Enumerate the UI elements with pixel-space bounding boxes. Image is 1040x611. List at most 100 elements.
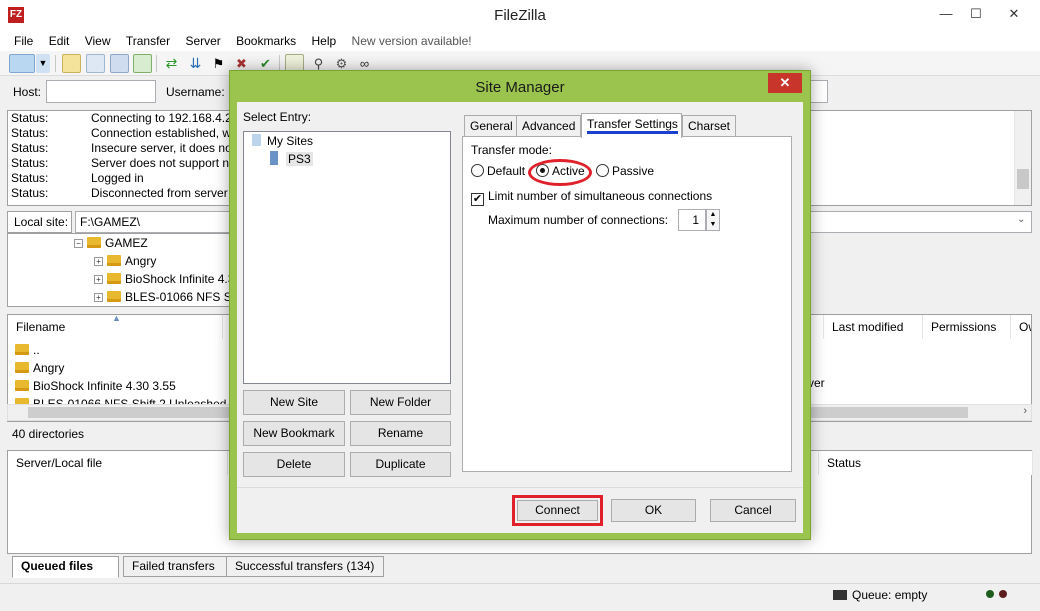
radio-default[interactable]: Default [471,164,525,178]
menu-new-version[interactable]: New version available! [346,31,478,48]
tab-advanced[interactable]: Advanced [516,115,582,137]
ok-button[interactable]: OK [611,499,696,522]
connect-button[interactable]: Connect [517,500,598,521]
column-owner[interactable]: Ow [1011,315,1031,339]
folder-icon [87,237,101,248]
message-log-icon[interactable] [62,54,81,73]
upload-led-icon [986,590,994,598]
tab-charset[interactable]: Charset [682,115,737,137]
expand-icon[interactable]: + [94,293,103,302]
site-manager-icon[interactable] [9,54,35,73]
new-site-button[interactable]: New Site [243,390,345,415]
process-queue-icon[interactable]: ⇊ [186,54,205,73]
rename-button[interactable]: Rename [350,421,451,446]
remote-tree-icon[interactable] [110,54,129,73]
tree-item[interactable]: + BLES-01066 NFS Sh [94,288,232,306]
folder-icon [15,344,29,355]
scroll-thumb[interactable] [1017,169,1029,189]
tab-failed-transfers[interactable]: Failed transfers [123,556,227,577]
chevron-right-icon[interactable]: › [1023,405,1027,417]
column-status[interactable]: Status [818,451,1033,475]
transfer-mode-label: Transfer mode: [471,143,552,157]
log-row: Status: Connecting to 192.168.4.24 [11,111,239,125]
maximize-button[interactable]: ☐ [962,4,990,24]
column-server-local-file[interactable]: Server/Local file [8,451,228,475]
tree-item-ps3[interactable]: PS3 [270,151,313,166]
username-label: Username: [166,85,225,99]
chevron-down-icon[interactable]: ▼ [707,220,719,230]
collapse-icon[interactable]: − [74,239,83,248]
transfer-queue-icon[interactable] [133,54,152,73]
tab-transfer-settings[interactable]: Transfer Settings [581,113,682,138]
tree-item[interactable]: + BioShock Infinite 4.3 [94,270,232,288]
cancel-button[interactable]: Cancel [710,499,796,522]
menu-edit[interactable]: Edit [43,31,76,48]
expand-icon[interactable]: + [94,275,103,284]
chevron-up-icon[interactable]: ▲ [707,210,719,220]
server-icon [833,590,847,600]
duplicate-button[interactable]: Duplicate [350,452,451,477]
status-bar: Queue: empty [0,583,1040,611]
minimize-button[interactable]: — [932,4,960,24]
menu-bookmarks[interactable]: Bookmarks [230,31,302,48]
max-connections-input[interactable]: 1 [678,209,706,231]
tree-item[interactable]: − GAMEZ [74,234,148,252]
new-bookmark-button[interactable]: New Bookmark [243,421,345,446]
folder-icon [15,362,29,373]
log-row: Status: Server does not support no [11,156,236,170]
chevron-down-icon[interactable]: ⌄ [1017,214,1025,225]
title-bar: FZ FileZilla — ☐ ✕ [0,0,1040,31]
folder-icon [15,380,29,391]
menu-view[interactable]: View [79,31,117,48]
server-icon [270,151,278,165]
site-manager-dialog: Site Manager ✕ Select Entry: My Sites PS… [229,70,811,540]
site-tree: My Sites PS3 [243,131,451,384]
menu-server[interactable]: Server [179,31,226,48]
directory-tree-icon[interactable] [86,54,105,73]
menu-transfer[interactable]: Transfer [120,31,176,48]
tab-successful-transfers[interactable]: Successful transfers (134) [226,556,384,577]
limit-connections-checkbox[interactable]: ✔ Limit number of simultaneous connection… [471,189,712,206]
host-label: Host: [13,85,42,99]
radio-passive[interactable]: Passive [596,164,654,178]
log-row: Status: Logged in [11,171,144,185]
local-site-label: Local site: [7,211,72,233]
tree-item-my-sites[interactable]: My Sites [252,134,313,148]
radio-off-icon [596,164,609,177]
dialog-separator [237,487,803,488]
menu-help[interactable]: Help [306,31,343,48]
menu-bar: File Edit View Transfer Server Bookmarks… [0,31,1040,51]
list-item[interactable]: .. [15,341,40,359]
username-input-edge[interactable] [808,80,828,103]
computer-icon [252,134,261,146]
menu-file[interactable]: File [8,31,39,48]
tree-item[interactable]: + Angry [94,252,156,270]
new-folder-button[interactable]: New Folder [350,390,451,415]
max-connections-stepper[interactable]: ▲ ▼ [706,209,720,231]
log-row: Status: Disconnected from server [11,186,228,200]
host-input[interactable] [46,80,156,103]
download-led-icon [999,590,1007,598]
list-item[interactable]: Angry [15,359,64,377]
sort-ascending-icon: ▲ [112,314,121,323]
delete-button[interactable]: Delete [243,452,345,477]
tab-queued-files[interactable]: Queued files [12,556,119,578]
tab-general[interactable]: General [464,115,519,137]
expand-icon[interactable]: + [94,257,103,266]
column-last-modified[interactable]: Last modified [823,315,923,339]
column-permissions[interactable]: Permissions [923,315,1011,339]
select-entry-label: Select Entry: [243,110,312,124]
directory-count: 40 directories [12,427,85,441]
list-item[interactable]: BioShock Infinite 4.30 3.55 [15,377,176,395]
active-highlight-ellipse [528,159,592,186]
refresh-icon[interactable]: ⇄ [162,54,181,73]
queue-status: Queue: empty [852,588,928,602]
dialog-close-button[interactable]: ✕ [768,73,802,93]
log-row: Status: Connection established, w [11,126,232,140]
checkmark-icon: ✔ [471,193,484,206]
window-title: FileZilla [494,7,546,24]
cancel-operation-icon[interactable]: ⚑ [209,54,228,73]
chevron-down-icon[interactable]: ▼ [36,54,50,73]
log-scrollbar[interactable] [1014,111,1031,205]
close-window-button[interactable]: ✕ [1000,4,1028,24]
